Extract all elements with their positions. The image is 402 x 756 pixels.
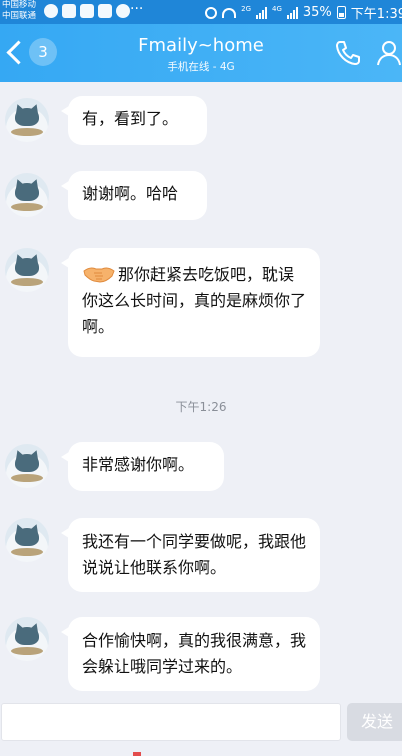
notification-icons (44, 4, 130, 18)
composer-bar: 发送 (0, 695, 402, 756)
battery-percent: 35% (302, 5, 332, 20)
message-text: 谢谢啊。哈哈 (82, 184, 179, 203)
message-text: 我还有一个同学要做呢，我跟他说说让他联系你啊。 (82, 532, 307, 577)
avatar[interactable] (5, 98, 49, 142)
battery-icon (336, 6, 346, 19)
message-bubble[interactable]: 谢谢啊。哈哈 (61, 171, 207, 220)
send-button[interactable]: 发送 (347, 703, 402, 741)
status-bar: 中国移动 中国联通 ··· 2G 4G 35% 下午1:39 (0, 0, 402, 24)
notes-icon (80, 4, 94, 18)
avatar[interactable] (5, 444, 49, 488)
avatar[interactable] (5, 518, 49, 562)
photo-icon (98, 4, 112, 18)
qq-browser-icon (116, 4, 130, 18)
status-time: 下午1:39 (350, 7, 402, 22)
timestamp: 下午1:26 (175, 400, 227, 414)
signal-icon (256, 6, 267, 19)
avatar[interactable] (5, 173, 49, 217)
message-bubble[interactable]: 那你赶紧去吃饭吧，耽误你这么长时间，真的是麻烦你了啊。 (61, 248, 320, 357)
qq-icon (44, 4, 58, 18)
message-text: 非常感谢你啊。 (82, 455, 195, 474)
profile-icon[interactable] (374, 38, 402, 68)
alarm-icon (205, 6, 218, 19)
status-right: 2G 4G 35% 下午1:39 (205, 3, 402, 22)
message-bubble[interactable]: 有，看到了。 (61, 96, 207, 145)
carrier-labels: 中国移动 中国联通 (2, 0, 36, 22)
message-text: 有，看到了。 (82, 109, 179, 128)
message-bubble[interactable]: 非常感谢你啊。 (61, 442, 224, 491)
messenger-icon (62, 4, 76, 18)
message-bubble[interactable]: 我还有一个同学要做呢，我跟他说说让他联系你啊。 (61, 518, 320, 592)
network-2g-label: 2G (241, 4, 251, 13)
phone-icon[interactable] (333, 38, 363, 68)
more-icon: ··· (130, 1, 144, 17)
carrier-1: 中国移动 (2, 0, 37, 10)
avatar[interactable] (5, 617, 49, 661)
carrier-2: 中国联通 (2, 11, 37, 21)
chat-header: 3 Fmaily~home 手机在线 - 4G (0, 24, 402, 82)
message-input[interactable] (1, 703, 341, 741)
signal-icon-2 (286, 6, 298, 19)
avatar[interactable] (5, 248, 49, 292)
indicator-mark (133, 752, 141, 756)
message-text: 合作愉快啊，真的我很满意，我会躲让哦同学过来的。 (82, 631, 307, 676)
handshake-icon (83, 267, 115, 283)
wifi-icon (222, 7, 237, 18)
network-4g-label: 4G (272, 4, 282, 13)
message-bubble[interactable]: 合作愉快啊，真的我很满意，我会躲让哦同学过来的。 (61, 617, 320, 691)
